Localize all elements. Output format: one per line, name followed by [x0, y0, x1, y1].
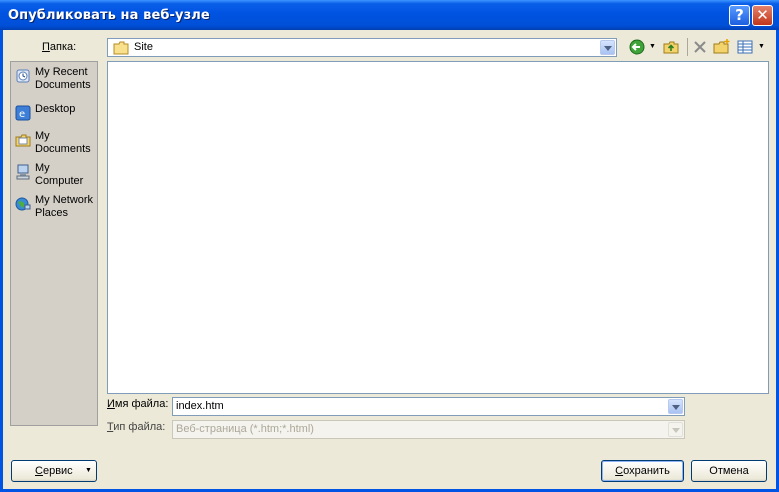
filename-input[interactable]: index.htm: [172, 397, 685, 416]
folder-value: Site: [134, 41, 153, 53]
folder-combo[interactable]: Site: [107, 38, 617, 57]
cancel-button[interactable]: Отмена: [691, 460, 767, 482]
folder-dropdown-button[interactable]: [600, 40, 615, 55]
tools-label-accel: С: [35, 465, 43, 477]
place-my-network-places[interactable]: My Network Places: [13, 194, 97, 222]
folder-label: Папка:: [42, 41, 76, 53]
places-bar: My Recent Documents e Desktop My Documen…: [10, 61, 98, 426]
save-label-accel: С: [615, 465, 624, 477]
tools-button[interactable]: Сервис ▼: [11, 460, 97, 482]
desktop-icon: e: [15, 105, 31, 121]
title-bar[interactable]: Опубликовать на веб-узле ? ✕: [0, 0, 779, 30]
save-label-text: охранить: [623, 465, 670, 477]
views-dropdown-icon[interactable]: ▼: [758, 43, 765, 50]
place-label: My Recent Documents: [35, 66, 91, 91]
filename-dropdown-button[interactable]: [668, 399, 683, 414]
place-label: My Network Places: [35, 194, 94, 219]
filetype-dropdown-button: [668, 422, 683, 437]
folder-icon: [113, 41, 129, 55]
filetype-label: Тип файла:: [107, 421, 165, 433]
tools-label-text: ервис: [42, 465, 73, 477]
save-button[interactable]: Сохранить: [601, 460, 684, 482]
up-folder-icon[interactable]: [662, 38, 680, 56]
help-button[interactable]: ?: [729, 5, 750, 26]
place-desktop[interactable]: e Desktop: [13, 103, 97, 121]
folder-label-text: апка:: [49, 41, 77, 53]
back-dropdown-icon[interactable]: ▼: [649, 43, 656, 50]
my-documents-icon: [15, 134, 31, 147]
save-dialog-window: Опубликовать на веб-узле ? ✕ Папка: Site…: [0, 0, 779, 492]
network-places-icon: [15, 197, 31, 211]
new-folder-icon[interactable]: [713, 38, 731, 56]
toolbar-separator: [687, 38, 688, 56]
filetype-value: Веб-страница (*.htm;*.html): [176, 423, 314, 435]
place-my-documents[interactable]: My Documents: [13, 130, 97, 158]
tools-dropdown-icon: ▼: [85, 467, 92, 474]
place-label: My Computer: [35, 162, 84, 187]
filename-label: Имя файла:: [107, 398, 168, 410]
back-icon[interactable]: [628, 38, 646, 56]
filename-label-accel: И: [107, 398, 115, 410]
delete-icon[interactable]: [691, 38, 709, 56]
filename-label-text: мя файла:: [114, 398, 169, 410]
file-list[interactable]: [107, 61, 769, 394]
my-computer-icon: [16, 164, 30, 180]
place-label: Desktop: [35, 103, 76, 115]
svg-text:e: e: [19, 109, 25, 120]
cancel-label: Отмена: [709, 465, 749, 477]
window-title: Опубликовать на веб-узле: [8, 8, 210, 23]
filetype-select: Веб-страница (*.htm;*.html): [172, 420, 685, 439]
place-my-computer[interactable]: My Computer: [13, 162, 97, 190]
filename-value: index.htm: [176, 400, 224, 412]
place-recent-documents[interactable]: My Recent Documents: [13, 66, 97, 94]
recent-documents-icon: [16, 69, 30, 83]
dialog-body: Папка: Site ▼ ▼ My Recent Documents e De…: [3, 30, 776, 489]
close-button[interactable]: ✕: [752, 5, 773, 26]
folder-label-accel: П: [42, 41, 50, 53]
filetype-label-text: ип файла:: [113, 421, 166, 433]
tools-label: Сервис: [35, 461, 73, 481]
views-icon[interactable]: [736, 38, 754, 56]
place-label: My Documents: [35, 130, 91, 155]
